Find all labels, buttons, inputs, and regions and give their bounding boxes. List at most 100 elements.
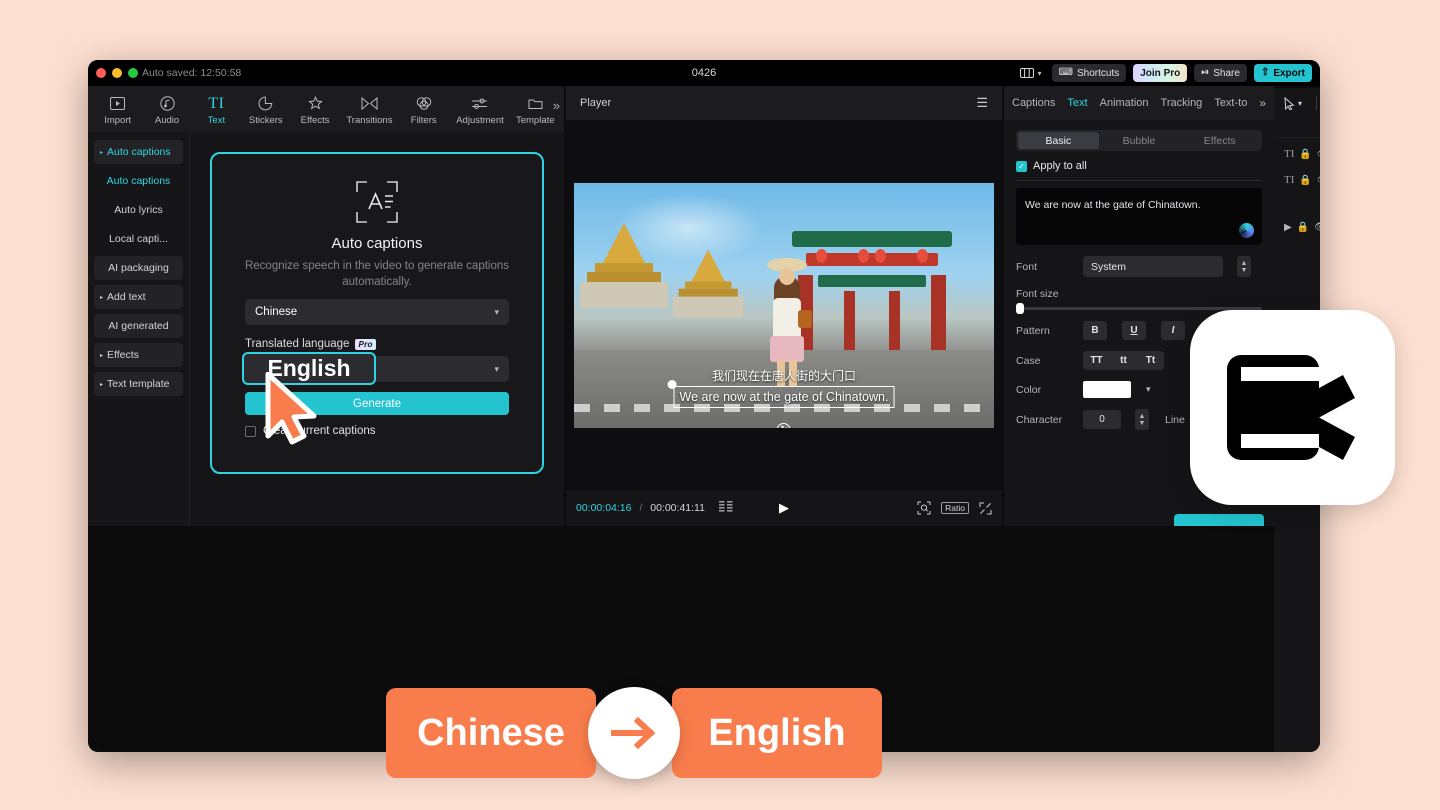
temple-graphic bbox=[602, 223, 668, 308]
maximize-icon[interactable] bbox=[128, 68, 138, 78]
nav-tab-adjustment[interactable]: Adjustment bbox=[449, 93, 510, 126]
list-view-icon[interactable] bbox=[719, 499, 733, 517]
share-button[interactable]: ⏯ Share bbox=[1194, 64, 1247, 82]
nav-tab-effects[interactable]: Effects bbox=[291, 93, 338, 126]
caret-icon: ▸ bbox=[100, 149, 103, 156]
character-spacing-input[interactable]: 0 bbox=[1083, 410, 1121, 429]
nav-tab-stickers[interactable]: Stickers bbox=[242, 93, 289, 126]
sidebar-item-add-text[interactable]: ▸ Add text bbox=[94, 285, 183, 309]
source-language-select[interactable]: Chinese ▾ bbox=[245, 299, 509, 325]
lock-icon[interactable]: 🔒 bbox=[1299, 149, 1311, 160]
sidebar-item-ai-generated[interactable]: AI generated bbox=[94, 314, 183, 338]
temple-graphic-2 bbox=[691, 249, 744, 317]
sidebar-item-text-template[interactable]: ▸ Text template bbox=[94, 372, 183, 396]
segment-effects[interactable]: Effects bbox=[1179, 132, 1260, 149]
eye-icon[interactable]: 👁 bbox=[1314, 222, 1320, 233]
nav-tab-template[interactable]: Template bbox=[513, 93, 558, 126]
lock-icon[interactable]: 🔒 bbox=[1297, 222, 1309, 233]
nav-tab-text[interactable]: TI Text bbox=[193, 93, 240, 126]
underline-button[interactable]: U bbox=[1122, 321, 1146, 340]
sidebar-item-label: Effects bbox=[107, 349, 139, 361]
shortcuts-button[interactable]: ⌨ Shortcuts bbox=[1052, 64, 1127, 82]
player-controls: 00:00:04:16 / 00:00:41:11 ▶ Ratio bbox=[566, 490, 1002, 526]
sidebar-item-ai-packaging[interactable]: AI packaging bbox=[94, 256, 183, 280]
font-select[interactable]: System bbox=[1083, 256, 1223, 277]
export-button[interactable]: ⇧ Export bbox=[1254, 64, 1312, 82]
caption-english-box[interactable]: We are now at the gate of Chinatown. ↻ bbox=[674, 386, 895, 408]
window-controls[interactable] bbox=[96, 68, 138, 78]
select-arrow-icon[interactable]: ▾ bbox=[1284, 97, 1302, 110]
apply-to-all-checkbox[interactable]: ✓ Apply to all bbox=[1016, 160, 1262, 172]
translated-language-label: Translated language bbox=[245, 338, 349, 350]
fullscreen-icon[interactable] bbox=[979, 502, 992, 515]
audio-note-icon bbox=[160, 95, 175, 112]
nav-tab-filters[interactable]: Filters bbox=[400, 93, 447, 126]
bold-button[interactable]: B bbox=[1083, 321, 1107, 340]
character-stepper[interactable]: ▲▼ bbox=[1135, 409, 1149, 430]
nav-tab-import[interactable]: Import bbox=[94, 93, 141, 126]
join-pro-label: Join Pro bbox=[1140, 68, 1180, 79]
import-icon bbox=[110, 95, 125, 112]
close-icon[interactable] bbox=[96, 68, 106, 78]
font-size-label: Font size bbox=[1016, 288, 1262, 300]
segment-bubble[interactable]: Bubble bbox=[1099, 132, 1180, 149]
export-label: Export bbox=[1273, 68, 1305, 79]
sidebar-item-auto-lyrics[interactable]: Auto lyrics bbox=[94, 198, 183, 222]
time-separator: / bbox=[639, 503, 642, 514]
tab-captions[interactable]: Captions bbox=[1012, 97, 1055, 109]
ai-assistant-icon[interactable] bbox=[1239, 223, 1254, 238]
pro-badge: Pro bbox=[355, 339, 375, 350]
inspector-tabs: Captions Text Animation Tracking Text-to… bbox=[1004, 86, 1274, 120]
color-swatch[interactable] bbox=[1083, 381, 1131, 398]
template-folder-icon bbox=[528, 95, 543, 112]
text-content-input[interactable]: We are now at the gate of Chinatown. bbox=[1016, 188, 1262, 245]
share-label: Share bbox=[1213, 68, 1240, 79]
inspector-more-chevron-icon[interactable]: » bbox=[1259, 96, 1266, 110]
tab-text[interactable]: Text bbox=[1067, 97, 1087, 109]
minimize-icon[interactable] bbox=[112, 68, 122, 78]
eye-icon[interactable]: 👁 bbox=[1317, 149, 1320, 160]
sidebar-item-auto-captions[interactable]: Auto captions bbox=[94, 169, 183, 193]
sidebar-item-label: Text template bbox=[107, 378, 169, 390]
timeline-ruler[interactable]: 00:00 00:10 00:20 00:30 bbox=[1274, 118, 1320, 138]
inspector-action-button[interactable] bbox=[1174, 514, 1264, 526]
sidebar-item-effects[interactable]: ▸ Effects bbox=[94, 343, 183, 367]
banner-target-pill: English bbox=[672, 688, 882, 778]
auto-captions-description: Recognize speech in the video to generat… bbox=[241, 259, 513, 290]
case-uppercase-button[interactable]: TT bbox=[1083, 351, 1110, 370]
layout-icon[interactable]: ▾ bbox=[1017, 64, 1045, 82]
crop-zoom-icon[interactable] bbox=[917, 501, 931, 515]
case-lowercase-button[interactable]: tt bbox=[1110, 351, 1137, 370]
join-pro-button[interactable]: Join Pro bbox=[1133, 64, 1187, 82]
sidebar-item-auto-captions-group[interactable]: ▸ Auto captions bbox=[94, 140, 183, 164]
nav-tab-audio[interactable]: Audio bbox=[143, 93, 190, 126]
track-header-text-1: TI 🔒 👁 bbox=[1274, 144, 1320, 164]
ratio-button[interactable]: Ratio bbox=[941, 502, 969, 514]
total-time: 00:00:41:11 bbox=[650, 502, 705, 514]
chevron-down-icon[interactable]: ▾ bbox=[1146, 384, 1151, 395]
caption-english: We are now at the gate of Chinatown. bbox=[680, 390, 889, 404]
tab-tracking[interactable]: Tracking bbox=[1161, 97, 1203, 109]
generate-label: Generate bbox=[353, 398, 401, 410]
auto-captions-panel: Auto captions Recognize speech in the vi… bbox=[190, 132, 564, 526]
caption-resize-handle[interactable] bbox=[668, 380, 677, 389]
nav-tab-label: Template bbox=[516, 115, 555, 126]
italic-button[interactable]: I bbox=[1161, 321, 1185, 340]
play-icon[interactable]: ▶ bbox=[779, 500, 789, 516]
nav-tab-transitions[interactable]: Transitions bbox=[341, 93, 398, 126]
eye-icon[interactable]: 👁 bbox=[1317, 175, 1320, 186]
source-language-value: Chinese bbox=[255, 306, 297, 318]
lock-icon[interactable]: 🔒 bbox=[1299, 175, 1311, 186]
video-preview[interactable]: 我们现在在唐人街的大门口 We are now at the gate of C… bbox=[574, 183, 994, 428]
segment-basic[interactable]: Basic bbox=[1018, 132, 1099, 149]
tab-animation[interactable]: Animation bbox=[1100, 97, 1149, 109]
tab-text-to-speech[interactable]: Text-to bbox=[1214, 97, 1247, 109]
titlebar: Auto saved: 12:50:58 0426 ▾ ⌨ Shortcuts … bbox=[88, 60, 1320, 86]
font-size-slider-knob[interactable] bbox=[1016, 303, 1024, 314]
nav-more-chevron-icon[interactable]: » bbox=[553, 98, 560, 113]
hamburger-icon[interactable]: ☰ bbox=[976, 95, 988, 111]
sidebar-item-local-captions[interactable]: Local capti... bbox=[94, 227, 183, 251]
font-stepper[interactable]: ▲▼ bbox=[1237, 256, 1251, 277]
case-titlecase-button[interactable]: Tt bbox=[1137, 351, 1164, 370]
font-label: Font bbox=[1016, 261, 1073, 273]
